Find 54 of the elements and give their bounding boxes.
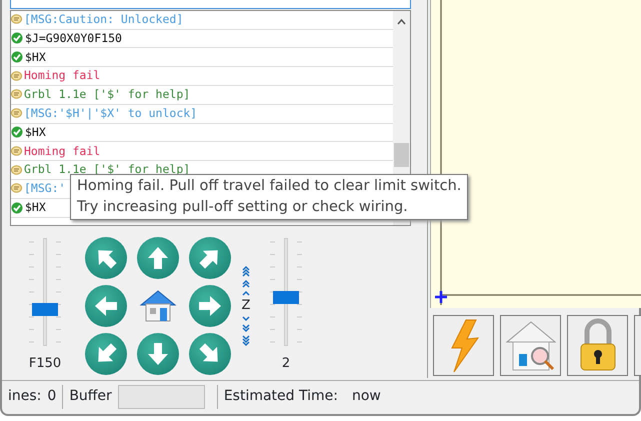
text-field[interactable] [10,0,411,9]
speed-reading: F150 [28,355,62,374]
z-up-icon[interactable] [242,265,250,278]
scroll-up-icon[interactable] [397,18,406,25]
buffer-label: Buffer [69,387,112,406]
speech-icon [11,183,22,194]
jog-button[interactable] [189,333,231,375]
speech-icon [11,89,22,100]
slider-track[interactable] [273,238,299,346]
lines-label: ines: [8,387,42,406]
lines-value: 0 [47,387,56,406]
slider-track[interactable] [32,238,58,346]
z-down-icon[interactable] [242,334,250,347]
speech-icon [11,14,22,26]
z-down-icon[interactable] [242,323,250,333]
speech-icon [11,108,22,120]
slider-thumb[interactable] [32,302,58,316]
toolbar-button[interactable] [634,315,641,376]
padlock-button[interactable] [567,315,628,376]
console-line: Grbl 1.1e ['$' for help] [24,161,190,178]
jog-button[interactable] [137,237,179,279]
speech-icon [11,164,22,176]
home-search-button[interactable] [500,315,561,376]
console-line: $HX [25,124,46,141]
home-icon[interactable] [139,289,177,323]
jog-button[interactable] [85,333,127,375]
console-line: [MSG:' [24,180,66,198]
slider-thumb[interactable] [273,290,299,304]
console-line: $HX [25,198,46,216]
console-line: [MSG:'$H'|'$X' to unlock] [24,105,198,122]
jog-button[interactable] [85,285,127,327]
tooltip-text: Try increasing pull-off setting or check wiring. [77,198,409,217]
console-line: Homing fail [24,142,100,160]
tooltip-text: Homing fail. Pull off travel failed to clear limit switch. [77,177,462,196]
scroll-thumb[interactable] [394,142,409,167]
speech-icon [11,70,22,82]
time-label: Estimated Time: [224,387,338,406]
z-label: Z [242,298,250,314]
lightning-button[interactable] [433,315,494,376]
z-up-icon[interactable] [242,279,250,289]
console-line: $HX [25,48,46,66]
console-line: Homing fail [24,67,100,84]
jog-button[interactable] [85,237,127,279]
z-down-icon[interactable] [242,315,250,322]
console-line: Grbl 1.1e ['$' for help] [24,86,190,104]
jog-button[interactable] [189,237,231,279]
jog-button[interactable] [189,285,231,327]
console-line: [MSG:Caution: Unlocked] [24,11,184,28]
speech-icon [11,146,22,157]
console-line: $J=G90X0Y0F150 [25,30,122,47]
step-reading: 2 [282,355,290,374]
time-value: now [352,387,381,406]
jog-button[interactable] [137,333,179,375]
z-up-icon[interactable] [242,290,250,297]
